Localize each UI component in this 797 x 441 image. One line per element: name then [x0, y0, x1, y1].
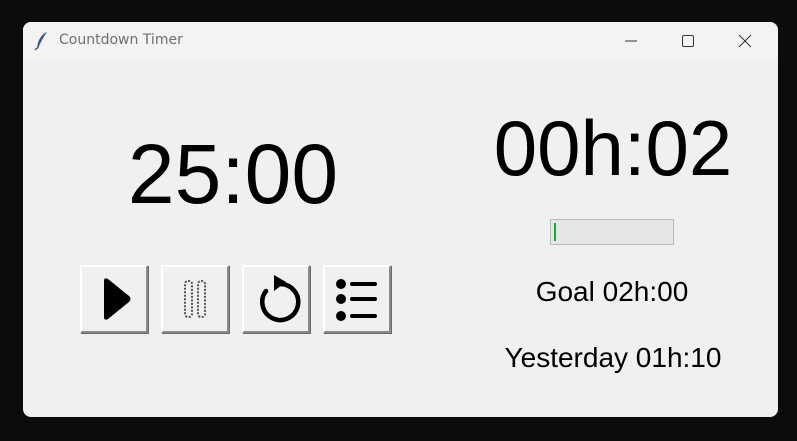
window-title: Countdown Timer: [59, 32, 183, 48]
pause-button[interactable]: [161, 265, 229, 333]
maximize-icon: [682, 35, 694, 47]
close-button[interactable]: [717, 22, 773, 60]
maximize-button[interactable]: [660, 22, 716, 60]
goal-label: Goal 02h:00: [535, 276, 689, 307]
close-icon: [738, 34, 752, 48]
goal-progress-bar: [550, 219, 674, 245]
minimize-button[interactable]: [603, 22, 659, 60]
feather-icon: [34, 32, 47, 51]
countdown-display: 25:00: [127, 127, 339, 221]
list-icon: [336, 279, 377, 321]
reset-icon: [260, 275, 301, 323]
elapsed-time-display: 00h:02: [493, 104, 733, 192]
minimize-icon: [625, 40, 637, 42]
app-window: Countdown Timer 25:00 00h:02 Goal 02h:00…: [23, 22, 778, 417]
play-button[interactable]: [80, 265, 148, 333]
reset-button[interactable]: [242, 265, 310, 333]
yesterday-label: Yesterday 01h:10: [504, 342, 722, 373]
list-button[interactable]: [323, 265, 391, 333]
play-icon: [104, 278, 131, 320]
title-bar[interactable]: Countdown Timer: [23, 22, 778, 60]
goal-progress-fill: [554, 223, 556, 241]
pause-icon: [184, 280, 206, 318]
